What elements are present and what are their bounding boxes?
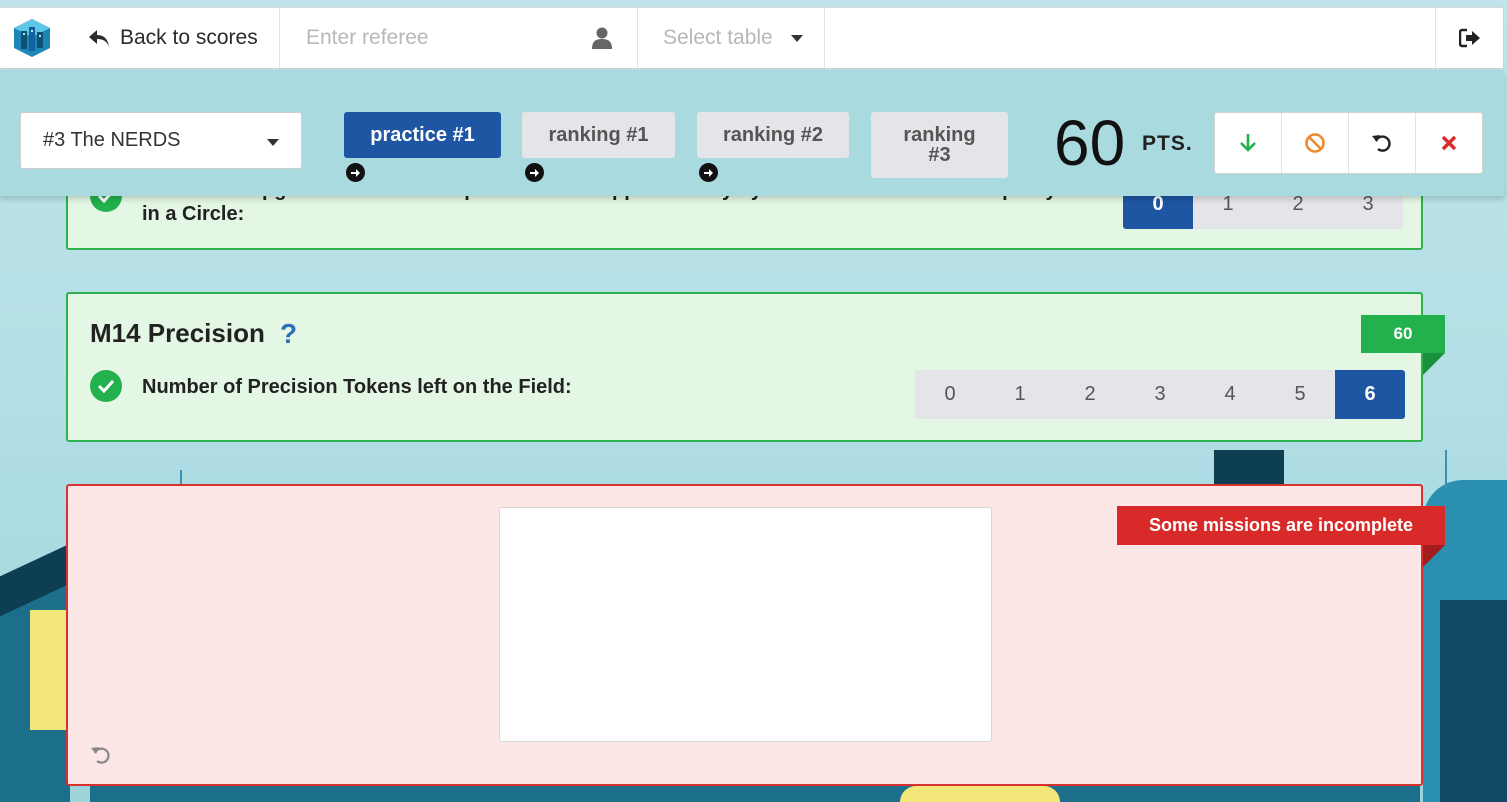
ban-icon: [1305, 133, 1325, 153]
answer-option-3[interactable]: 3: [1125, 370, 1195, 419]
mission-points-ribbon: 60: [1361, 315, 1445, 353]
undo-icon: [91, 747, 110, 764]
stage-ranking-2-button[interactable]: ranking #2: [697, 112, 849, 158]
back-to-scores-link[interactable]: Back to scores: [64, 8, 280, 68]
reset-score-button[interactable]: [1349, 113, 1416, 173]
arrow-down-icon: [1240, 134, 1256, 152]
cancel-button[interactable]: [1416, 113, 1482, 173]
answer-option-5[interactable]: 5: [1265, 370, 1335, 419]
top-navbar: Back to scores Select table: [0, 7, 1504, 69]
ribbon-fold: [1423, 545, 1445, 567]
sign-out-icon: [1458, 28, 1480, 48]
ribbon-fold: [1423, 353, 1445, 375]
incomplete-missions-warning: Some missions are incomplete: [1117, 506, 1445, 545]
answer-option-6[interactable]: 6: [1335, 370, 1405, 419]
signature-pad[interactable]: [499, 507, 992, 742]
stage-ranking-1-button[interactable]: ranking #1: [522, 112, 675, 158]
arrow-right-circle-icon[interactable]: [699, 163, 718, 182]
clear-signature-button[interactable]: [90, 744, 112, 771]
caret-down-icon: [790, 34, 803, 42]
logo-icon: [14, 19, 50, 57]
answer-option-0[interactable]: 0: [915, 370, 985, 419]
logout-button[interactable]: [1436, 8, 1503, 68]
close-icon: [1441, 135, 1457, 151]
answer-selector: 0 1 2 3 4 5 6: [915, 370, 1405, 419]
no-show-button[interactable]: [1282, 113, 1349, 173]
table-select[interactable]: Select table: [638, 8, 825, 68]
caret-down-icon: [267, 139, 279, 146]
back-to-scores-label: Back to scores: [120, 26, 258, 49]
team-select-value: #3 The NERDS: [43, 129, 181, 151]
user-icon: [592, 27, 612, 49]
app-logo[interactable]: [0, 8, 64, 68]
score-value: 60: [1054, 107, 1126, 179]
mission-card-m14: M14 Precision ? Number of Precision Toke…: [66, 292, 1423, 442]
navbar-spacer: [825, 8, 1436, 68]
undo-icon: [1372, 135, 1391, 152]
arrow-right-circle-icon[interactable]: [525, 163, 544, 182]
mission-question: Number of Precision Tokens left on the F…: [142, 376, 572, 398]
table-select-placeholder: Select table: [663, 26, 773, 49]
stage-practice-1-button[interactable]: practice #1: [344, 112, 501, 158]
referee-field: [280, 8, 638, 68]
referee-input[interactable]: [306, 26, 576, 50]
answer-option-2[interactable]: 2: [1055, 370, 1125, 419]
answer-option-1[interactable]: 1: [985, 370, 1055, 419]
stage-ranking-3-button[interactable]: ranking #3: [871, 112, 1008, 178]
score-actions: [1214, 112, 1483, 174]
team-select[interactable]: #3 The NERDS: [20, 112, 302, 169]
mission-title: M14 Precision: [90, 318, 265, 348]
check-circle-icon: [90, 370, 122, 402]
answer-option-4[interactable]: 4: [1195, 370, 1265, 419]
mission-help-button[interactable]: ?: [280, 318, 297, 350]
reply-arrow-icon: [89, 30, 109, 47]
score-unit: PTS.: [1142, 132, 1193, 155]
save-score-button[interactable]: [1215, 113, 1282, 173]
arrow-right-circle-icon[interactable]: [346, 163, 365, 182]
score-header: #3 The NERDS practice #1 ranking #1 rank…: [0, 70, 1504, 196]
